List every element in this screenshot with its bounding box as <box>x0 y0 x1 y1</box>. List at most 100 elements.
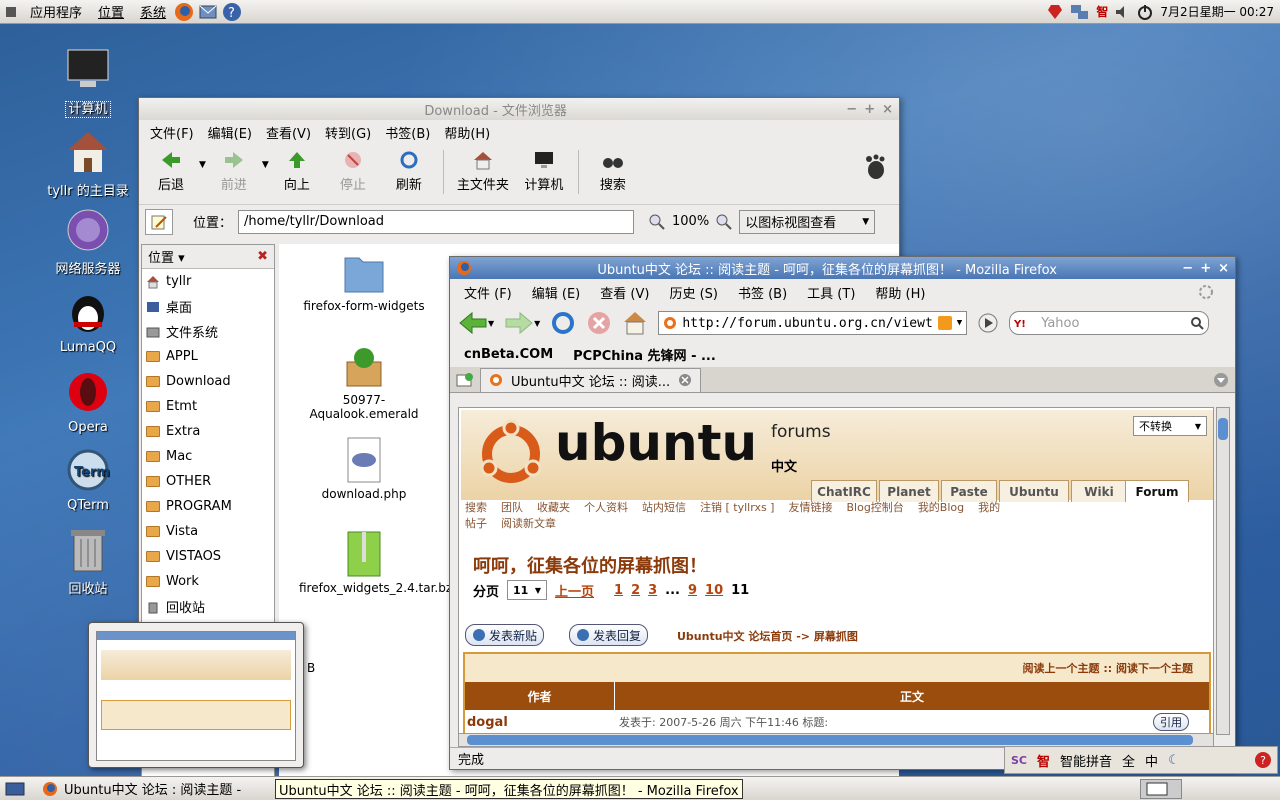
link-messages[interactable]: 站内短信 <box>642 500 686 516</box>
url-bar[interactable]: http://forum.ubuntu.org.cn/viewt ▼ <box>658 311 968 335</box>
maximize-button[interactable]: + <box>1200 261 1211 276</box>
system-menu[interactable]: 系统 <box>132 2 174 21</box>
page-select[interactable]: 11 ▼ <box>507 580 548 600</box>
sidebar-item-download[interactable]: Download <box>142 369 274 394</box>
bookmark-item[interactable]: cnBeta.COM <box>464 347 553 362</box>
desktop-icon-lumaqq[interactable]: LumaQQ <box>36 288 140 355</box>
link-blog-console[interactable]: Blog控制台 <box>846 500 903 516</box>
menu-help[interactable]: 帮助(H) <box>437 123 497 142</box>
sidebar-item-appl[interactable]: APPL <box>142 344 274 369</box>
menu-history[interactable]: 历史 (S) <box>659 283 728 302</box>
search-button[interactable]: 搜索 <box>585 150 641 193</box>
breadcrumb[interactable]: Ubuntu中文 论坛首页 -> 屏幕抓图 <box>677 628 858 644</box>
zoom-level[interactable]: 100% <box>672 214 709 229</box>
page-link[interactable]: 1 <box>614 583 623 598</box>
volume-icon[interactable] <box>1114 4 1130 20</box>
scim-logo-icon[interactable]: SC <box>1011 754 1027 767</box>
mail-launcher-icon[interactable] <box>198 2 218 22</box>
topic-nav[interactable]: 阅读上一个主题 :: 阅读下一个主题 <box>465 654 1209 682</box>
desktop-icon-trash[interactable]: 回收站 <box>36 526 140 597</box>
desktop-icon-computer[interactable]: 计算机 <box>36 46 140 118</box>
stop-button[interactable]: 停止 <box>325 150 381 193</box>
home-button[interactable]: 主文件夹 <box>450 150 516 193</box>
ime-indicator[interactable]: 智 <box>1096 3 1108 20</box>
menu-view[interactable]: 查看 (V) <box>590 283 659 302</box>
up-button[interactable]: 向上 <box>269 150 325 193</box>
close-button[interactable]: × <box>882 102 893 117</box>
sidebar-item-vista[interactable]: Vista <box>142 519 274 544</box>
power-icon[interactable] <box>1136 3 1154 21</box>
bookmark-item[interactable]: PCPChina 先锋网 - ... <box>573 345 716 364</box>
ime-lang-mode[interactable]: 中 <box>1145 751 1158 770</box>
reply-button[interactable]: 发表回复 <box>569 624 649 646</box>
page-link[interactable]: 10 <box>705 583 723 598</box>
link-logout[interactable]: 注销 [ tyllrxs ] <box>700 500 774 516</box>
link-favorites[interactable]: 收藏夹 <box>537 500 570 516</box>
menu-bookmarks[interactable]: 书签(B) <box>378 123 437 142</box>
close-button[interactable]: × <box>1218 261 1229 276</box>
quote-button[interactable]: 引用 <box>1153 713 1189 731</box>
back-button[interactable]: ▼ <box>458 311 494 335</box>
sidebar-item-filesystem[interactable]: 文件系统 <box>142 319 274 344</box>
forward-button[interactable]: ▼ <box>504 311 540 335</box>
nav-tab-forum[interactable]: Forum <box>1125 480 1189 502</box>
nav-tab-ubuntu[interactable]: Ubuntu <box>999 480 1069 502</box>
menu-view[interactable]: 查看(V) <box>259 123 318 142</box>
moon-icon[interactable]: ☾ <box>1168 753 1180 768</box>
link-posts[interactable]: 帖子 <box>465 516 487 532</box>
sidebar-item-program[interactable]: PROGRAM <box>142 494 274 519</box>
forward-history-dropdown[interactable]: ▼ <box>262 160 269 170</box>
sidebar-item-desktop[interactable]: 桌面 <box>142 294 274 319</box>
file-item[interactable]: download.php <box>299 436 429 501</box>
new-topic-button[interactable]: 发表新贴 <box>465 624 545 646</box>
sidebar-item-trash[interactable]: 回收站 <box>142 594 274 619</box>
search-box[interactable]: Y! Yahoo <box>1009 311 1210 335</box>
scroll-thumb[interactable] <box>467 735 1193 745</box>
location-input[interactable]: /home/tyllr/Download <box>238 209 635 234</box>
tab-list-icon[interactable] <box>1213 372 1229 388</box>
menu-go[interactable]: 转到(G) <box>318 123 378 142</box>
minimize-button[interactable]: − <box>1182 261 1193 276</box>
desktop-icon-qterm[interactable]: Term QTerm <box>36 446 140 513</box>
network-icon[interactable] <box>1070 3 1090 21</box>
maximize-button[interactable]: + <box>864 102 875 117</box>
file-item[interactable]: firefox_widgets_2.4.tar.bz2 <box>299 530 460 595</box>
url-history-dropdown[interactable]: ▼ <box>957 318 962 328</box>
link-profile[interactable]: 个人资料 <box>584 500 628 516</box>
sidebar-item-vistaos[interactable]: VISTAOS <box>142 544 274 569</box>
sidebar-title[interactable]: 位置 ▾ <box>148 247 185 266</box>
foot-menu-icon[interactable] <box>0 5 22 19</box>
page-link[interactable]: 9 <box>688 583 697 598</box>
file-item[interactable]: 50977-Aqualook.emerald <box>299 344 429 421</box>
prev-page-link[interactable]: 上一页 <box>555 581 594 600</box>
nav-tab-wiki[interactable]: Wiki <box>1071 480 1127 502</box>
desktop-icon-home[interactable]: tyllr 的主目录 <box>36 128 140 199</box>
sidebar-item-mac[interactable]: Mac <box>142 444 274 469</box>
link-team[interactable]: 团队 <box>501 500 523 516</box>
back-history-dropdown[interactable]: ▼ <box>199 160 206 170</box>
vertical-scrollbar[interactable] <box>1216 407 1230 735</box>
ime-width-mode[interactable]: 全 <box>1122 751 1135 770</box>
page-link[interactable]: 3 <box>648 583 657 598</box>
ruby-icon[interactable] <box>1046 3 1064 21</box>
show-desktop-icon[interactable] <box>0 781 30 797</box>
workspace-switcher[interactable] <box>1140 779 1182 799</box>
scroll-thumb[interactable] <box>1218 418 1228 440</box>
desktop-icon-opera[interactable]: Opera <box>36 368 140 435</box>
tab-forum[interactable]: Ubuntu中文 论坛 :: 阅读... <box>480 367 702 392</box>
menu-file[interactable]: 文件(F) <box>143 123 201 142</box>
menu-bookmarks[interactable]: 书签 (B) <box>728 283 797 302</box>
reload-button[interactable] <box>550 310 576 336</box>
nav-tab-planet[interactable]: Planet <box>879 480 939 502</box>
ime-name[interactable]: 智能拼音 <box>1060 751 1112 770</box>
horizontal-scrollbar[interactable] <box>458 733 1214 747</box>
sidebar-item-extra[interactable]: Extra <box>142 419 274 444</box>
sidebar-item-other[interactable]: OTHER <box>142 469 274 494</box>
back-button[interactable]: 后退 <box>143 150 199 193</box>
view-mode-select[interactable]: 以图标视图查看 ▼ <box>739 209 876 234</box>
close-sidebar-icon[interactable]: ✖ <box>257 249 268 264</box>
close-tab-icon[interactable] <box>678 373 692 387</box>
file-item[interactable]: firefox-form-widgets <box>299 248 429 313</box>
search-input[interactable]: Yahoo <box>1041 316 1079 331</box>
link-new-posts[interactable]: 阅读新文章 <box>501 516 556 532</box>
